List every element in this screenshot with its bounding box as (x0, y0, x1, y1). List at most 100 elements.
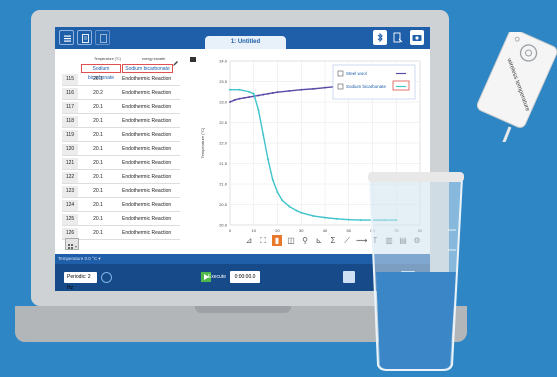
energy-transfer-cell[interactable]: Endothermic Reaction (120, 74, 182, 85)
table-row[interactable]: 126 20.1 Endothermic Reaction (62, 228, 180, 240)
temperature-cell[interactable]: 20.1 (78, 116, 118, 127)
energy-transfer-cell[interactable]: Endothermic Reaction (120, 172, 182, 183)
open-file-icon[interactable] (95, 30, 110, 45)
table-row[interactable]: 116 20.2 Endothermic Reaction (62, 88, 180, 100)
device-icon[interactable] (391, 30, 405, 45)
energy-transfer-cell[interactable]: Endothermic Reaction (120, 88, 182, 99)
chart-type-icon[interactable]: ⊿ (244, 235, 254, 246)
menu-icon[interactable] (59, 30, 74, 45)
table-row[interactable]: 115 20.1 Endothermic Reaction (62, 74, 180, 86)
data-point[interactable] (229, 101, 231, 103)
temperature-cell[interactable]: 20.2 (78, 88, 118, 99)
data-set-label[interactable]: Sodium bicarbonate (122, 64, 173, 73)
settings-dial-icon[interactable] (101, 272, 112, 283)
zoom-icon[interactable]: ◫ (286, 235, 296, 246)
data-point[interactable] (233, 98, 236, 101)
data-point[interactable] (324, 86, 326, 89)
sum-icon[interactable]: Σ (328, 235, 338, 246)
temperature-cell[interactable]: 20.1 (78, 200, 118, 211)
table-grid-icon[interactable] (65, 238, 79, 250)
bluetooth-icon[interactable] (373, 30, 387, 45)
autoscale-icon[interactable]: ⛶ (258, 235, 268, 246)
data-point[interactable] (229, 88, 231, 91)
data-set-label[interactable]: Sodium bicarbonate (81, 64, 121, 81)
temperature-cell[interactable]: 20.1 (78, 228, 118, 239)
data-point[interactable] (324, 216, 326, 219)
table-row[interactable]: 122 20.1 Endothermic Reaction (62, 172, 180, 184)
row-number: 121 (62, 158, 78, 169)
table-row[interactable]: 121 20.1 Endothermic Reaction (62, 158, 180, 170)
data-point[interactable] (238, 97, 241, 100)
data-point[interactable] (248, 96, 250, 99)
camera-icon[interactable] (410, 30, 424, 45)
data-point[interactable] (281, 199, 284, 202)
execute-button[interactable]: Execute (201, 270, 227, 284)
temperature-cell[interactable]: 20.1 (78, 186, 118, 197)
line-fit-icon[interactable]: ⊾ (314, 235, 324, 246)
row-number: 119 (62, 130, 78, 141)
energy-transfer-cell[interactable]: Endothermic Reaction (120, 186, 182, 197)
table-row[interactable]: 118 20.1 Endothermic Reaction (62, 116, 180, 128)
data-point[interactable] (288, 205, 291, 208)
energy-transfer-cell[interactable]: Endothermic Reaction (120, 116, 182, 127)
table-row[interactable]: 125 20.1 Endothermic Reaction (62, 214, 180, 226)
legend-checkbox[interactable] (337, 70, 344, 77)
data-point[interactable] (257, 109, 260, 112)
temperature-cell[interactable]: 20.1 (78, 130, 118, 141)
data-point[interactable] (262, 93, 265, 96)
energy-transfer-cell[interactable]: Endothermic Reaction (120, 158, 182, 169)
data-point[interactable] (248, 90, 250, 93)
temperature-cell[interactable]: 20.1 (78, 74, 118, 85)
row-number: 115 (62, 74, 78, 85)
data-point[interactable] (267, 92, 269, 95)
energy-transfer-cell[interactable]: Endothermic Reaction (120, 102, 182, 113)
sensor-reading[interactable]: Temperature 0.0 °C ▾ (55, 256, 101, 261)
elapsed-time: 0:00:00.0 (230, 271, 260, 283)
energy-transfer-cell[interactable]: Endothermic Reaction (120, 228, 182, 239)
table-row[interactable]: 120 20.1 Endothermic Reaction (62, 144, 180, 156)
data-point[interactable] (288, 89, 291, 92)
data-point[interactable] (276, 91, 279, 94)
data-point[interactable] (271, 91, 274, 94)
table-row[interactable]: 117 20.1 Endothermic Reaction (62, 102, 180, 114)
row-number: 116 (62, 88, 78, 99)
data-point[interactable] (243, 96, 246, 99)
data-point[interactable] (252, 92, 255, 95)
table-row[interactable]: 119 20.1 Endothermic Reaction (62, 130, 180, 142)
y-tick-label: 20.0 (219, 223, 228, 228)
collection-mode-field[interactable]: Periodic: 2 Hz (64, 272, 97, 291)
lock-icon[interactable] (190, 57, 196, 62)
y-tick-label: 23.0 (219, 100, 228, 105)
data-point[interactable] (312, 87, 315, 90)
beaker (340, 160, 490, 372)
data-point[interactable] (271, 178, 274, 181)
energy-transfer-cell[interactable]: Endothermic Reaction (120, 144, 182, 155)
data-point[interactable] (267, 158, 269, 161)
y-tick-label: 22.5 (219, 120, 228, 125)
temperature-cell[interactable]: 20.1 (78, 102, 118, 113)
data-point[interactable] (335, 217, 338, 220)
energy-transfer-cell[interactable]: Endothermic Reaction (120, 200, 182, 211)
annotation-icon[interactable]: ⚲ (300, 235, 310, 246)
data-point[interactable] (238, 88, 241, 91)
table-row[interactable]: 123 20.1 Endothermic Reaction (62, 186, 180, 198)
data-point[interactable] (257, 94, 260, 97)
energy-transfer-cell[interactable]: Endothermic Reaction (120, 130, 182, 141)
energy-transfer-cell[interactable]: Endothermic Reaction (120, 214, 182, 225)
table-row[interactable]: 124 20.1 Endothermic Reaction (62, 200, 180, 212)
edit-column-icon[interactable] (172, 54, 179, 66)
data-point[interactable] (295, 209, 298, 212)
new-file-icon[interactable] (77, 30, 92, 45)
tab-untitled[interactable]: 1: Untitled (205, 36, 286, 49)
data-point[interactable] (312, 214, 315, 217)
data-point[interactable] (276, 191, 279, 194)
temperature-cell[interactable]: 20.1 (78, 214, 118, 225)
temperature-cell[interactable]: 20.1 (78, 158, 118, 169)
select-icon[interactable]: ▮ (272, 235, 282, 246)
data-point[interactable] (300, 88, 303, 91)
data-point[interactable] (300, 211, 303, 214)
temperature-cell[interactable]: 20.1 (78, 144, 118, 155)
legend-checkbox[interactable] (337, 83, 344, 90)
data-point[interactable] (262, 133, 265, 136)
temperature-cell[interactable]: 20.1 (78, 172, 118, 183)
